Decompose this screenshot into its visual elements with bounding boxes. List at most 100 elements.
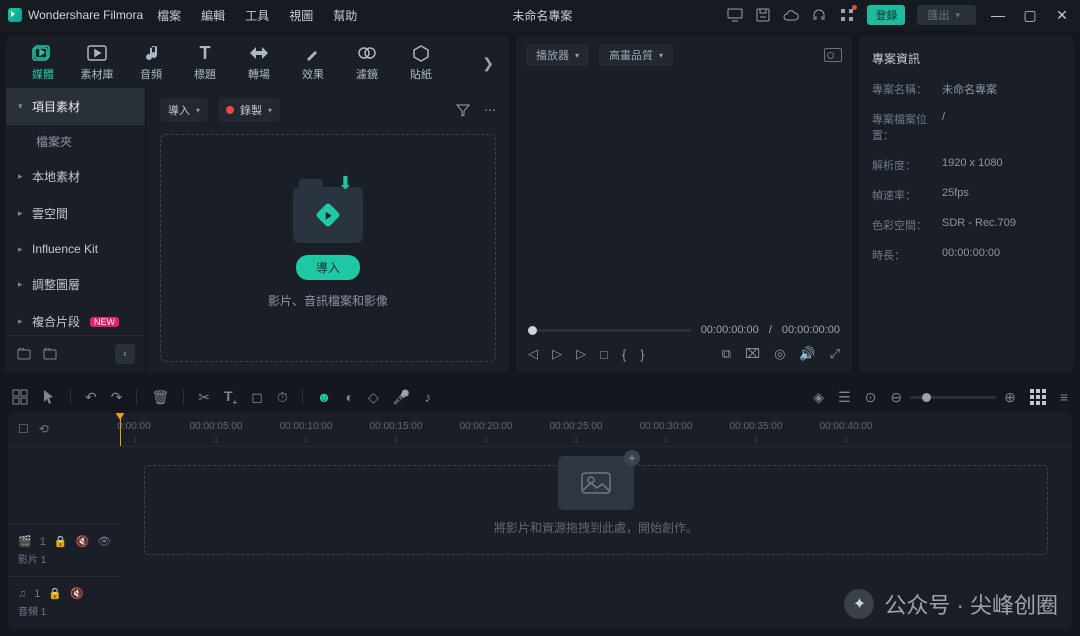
voice-icon[interactable]: 🎤 — [393, 389, 410, 406]
track-icon[interactable]: ☰ — [838, 389, 851, 406]
timeline-dropzone[interactable]: 將影片和資源拖拽到此處，開始創作。 — [144, 465, 1048, 555]
ai-tool-icon[interactable]: ☻ — [317, 389, 332, 405]
delete-icon[interactable]: 🗑 — [151, 389, 169, 406]
track-eye-icon[interactable]: 👁 — [97, 535, 111, 548]
preview-panel: 播放器 高畫品質 00:00:00:00 / 00:00:00:00 ◁ ▷ ▷… — [516, 36, 852, 372]
save-icon[interactable] — [755, 7, 771, 23]
tab-audio[interactable]: 音頻 — [124, 44, 178, 82]
volume-icon[interactable]: 🔊 — [799, 346, 815, 362]
record-dropdown[interactable]: 錄製 — [218, 98, 280, 122]
more-icon[interactable]: ⋯ — [484, 103, 496, 117]
tab-media[interactable]: 媒體 — [16, 44, 70, 82]
track-lock-icon[interactable]: 🔒 — [48, 587, 62, 600]
track-header-video: 🎬 1 🔒 🔇 👁 影片 1 — [8, 524, 120, 576]
next-frame-icon[interactable]: ▷ — [552, 346, 562, 362]
zoom-in-icon[interactable]: ⊕ — [1004, 389, 1016, 406]
sidebar-item-local[interactable]: ▸本地素材 — [6, 158, 145, 195]
play-icon[interactable]: ▷ — [576, 346, 586, 362]
window-minimize[interactable]: — — [988, 7, 1008, 23]
export-button[interactable]: 匯出 — [917, 5, 976, 25]
camera-icon[interactable]: ◎ — [774, 346, 785, 362]
stop-icon[interactable]: □ — [600, 347, 608, 362]
info-row-path: 專案檔案位置：/ — [872, 111, 1060, 143]
sidebar-item-project-media[interactable]: ▾項目素材 — [6, 88, 145, 125]
split-icon[interactable]: ✂ — [198, 389, 210, 406]
tab-filter[interactable]: 濾鏡 — [340, 44, 394, 82]
transition-icon — [248, 44, 270, 62]
view-list-icon[interactable]: ≡ — [1060, 389, 1068, 405]
effect-icon — [302, 44, 324, 62]
login-button[interactable]: 登錄 — [867, 5, 905, 25]
headset-icon[interactable] — [811, 7, 827, 23]
quality-select[interactable]: 高畫品質 — [599, 44, 673, 66]
titlebar: Wondershare Filmora 檔案 編輯 工具 視圖 幫助 未命名專案… — [0, 0, 1080, 30]
device-icon[interactable] — [727, 7, 743, 23]
preview-scrubber[interactable] — [528, 329, 691, 332]
tab-stock[interactable]: 素材庫 — [70, 44, 124, 82]
player-select[interactable]: 播放器 — [526, 44, 589, 66]
crop-icon[interactable]: ◻ — [251, 389, 263, 406]
tab-effect[interactable]: 效果 — [286, 44, 340, 82]
link-icon[interactable]: ⟲ — [39, 422, 49, 436]
menu-view[interactable]: 視圖 — [289, 7, 313, 24]
prev-frame-icon[interactable]: ◁ — [528, 346, 538, 362]
track-mute-icon[interactable]: 🔇 — [70, 587, 84, 600]
mark-out-icon[interactable]: } — [640, 347, 644, 362]
filter-icon[interactable] — [456, 103, 470, 117]
media-dropzone[interactable]: ⬇ 導入 影片、音訊檔案和影像 — [160, 134, 496, 362]
info-row-dur: 時長：00:00:00:00 — [872, 247, 1060, 263]
marker-icon[interactable]: ◈ — [813, 389, 824, 406]
import-dropdown[interactable]: 導入 — [160, 98, 208, 122]
redo-icon[interactable]: ↷ — [111, 389, 123, 406]
media-panel: 媒體 素材庫 音頻 T 標題 轉場 — [6, 36, 510, 372]
mark-in-icon[interactable]: { — [622, 347, 626, 362]
tabs-more-icon[interactable]: ❯ — [476, 55, 500, 72]
sidebar-sub-folder[interactable]: 檔案夾 — [6, 125, 145, 158]
undo-icon[interactable]: ↶ — [85, 389, 97, 406]
menu-edit[interactable]: 編輯 — [201, 7, 225, 24]
project-info-panel: 專案資訊 專案名稱：未命名專案 專案檔案位置：/ 解析度：1920 x 1080… — [858, 36, 1074, 372]
menu-file[interactable]: 檔案 — [157, 7, 181, 24]
snapshot-icon[interactable] — [824, 48, 842, 62]
fullscreen-icon[interactable]: ⤢ — [830, 346, 840, 362]
sidebar-item-cloud[interactable]: ▸雲空間 — [6, 195, 145, 232]
zoom-slider[interactable] — [910, 396, 996, 399]
timeline-tracks[interactable]: 將影片和資源拖拽到此處，開始創作。 — [120, 447, 1072, 628]
speed-icon[interactable]: ⏱ — [277, 389, 288, 406]
tool-layout-icon[interactable] — [12, 389, 28, 405]
track-lock-icon[interactable]: 🔒 — [54, 535, 68, 548]
tab-sticker[interactable]: 貼紙 — [394, 44, 448, 82]
magnet-icon[interactable]: ⊙ — [865, 389, 877, 406]
tool-cursor-icon[interactable] — [42, 389, 56, 405]
new-bin-icon[interactable] — [16, 346, 32, 362]
cloud-icon[interactable] — [783, 7, 799, 23]
view-grid-icon[interactable] — [1030, 389, 1046, 405]
text-tool-icon[interactable]: T+ — [224, 388, 237, 407]
window-close[interactable]: ✕ — [1052, 7, 1072, 24]
color-icon[interactable]: ◐ — [346, 389, 354, 405]
zoom-out-icon[interactable]: ⊖ — [890, 389, 902, 406]
keyframe-icon[interactable]: ◇ — [368, 389, 379, 406]
main-area: 媒體 素材庫 音頻 T 標題 轉場 — [0, 30, 1080, 378]
display-icon[interactable]: ⌧ — [745, 346, 760, 362]
sidebar-item-adjustment[interactable]: ▸調整圖層 — [6, 266, 145, 303]
window-maximize[interactable]: ▢ — [1020, 7, 1040, 24]
tab-transition[interactable]: 轉場 — [232, 44, 286, 82]
sidebar-collapse-icon[interactable]: ‹ — [115, 344, 135, 364]
sidebar-item-compound[interactable]: ▸複合片段NEW — [6, 303, 145, 335]
import-button[interactable]: 導入 — [296, 255, 360, 280]
apps-icon[interactable] — [839, 7, 855, 23]
stock-icon — [86, 44, 108, 62]
info-row-name: 專案名稱：未命名專案 — [872, 81, 1060, 97]
tab-title[interactable]: T 標題 — [178, 44, 232, 82]
lock-all-icon[interactable]: ☐ — [18, 422, 29, 436]
menu-tools[interactable]: 工具 — [245, 7, 269, 24]
timeline-ruler[interactable]: 0:00:00 00:00:05:00 00:00:10:00 00:00:15… — [120, 413, 1072, 447]
new-folder-icon[interactable] — [42, 346, 58, 362]
sidebar-item-influence-kit[interactable]: ▸Influence Kit — [6, 232, 145, 266]
music-icon[interactable]: ♪ — [424, 389, 431, 405]
track-mute-icon[interactable]: 🔇 — [76, 535, 90, 548]
folder-icon: ⬇ — [293, 187, 363, 243]
compare-icon[interactable]: ⧉ — [722, 346, 731, 362]
menu-help[interactable]: 幫助 — [333, 7, 357, 24]
